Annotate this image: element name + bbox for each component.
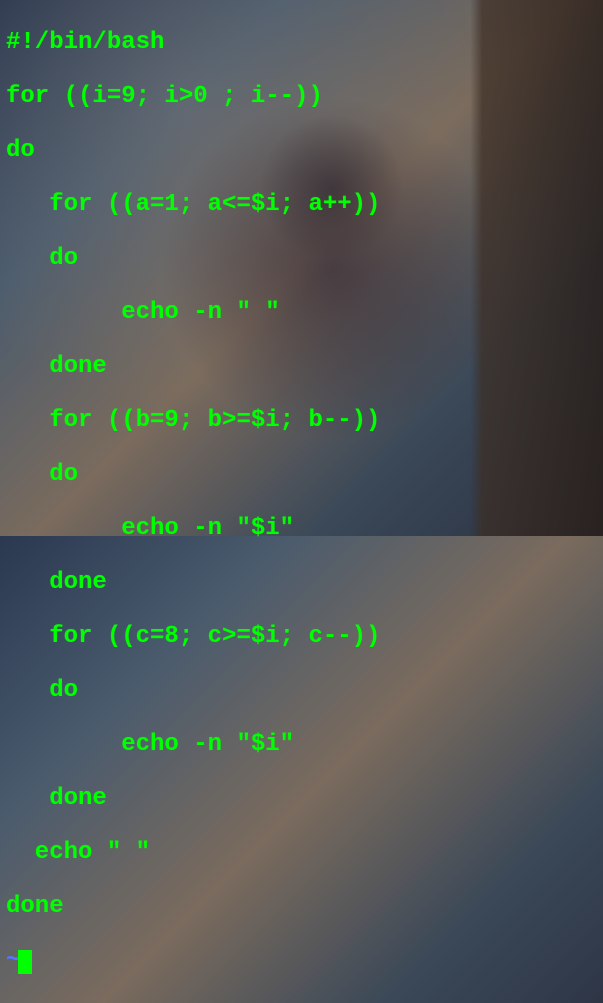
editor-viewport[interactable]: #!/bin/bash for ((i=9; i>0 ; i--)) do fo…: [0, 0, 603, 1003]
code-line: echo -n "$i": [6, 731, 597, 758]
code-line: echo " ": [6, 839, 597, 866]
code-line: done: [6, 893, 597, 920]
code-line: for ((a=1; a<=$i; a++)): [6, 191, 597, 218]
code-line: do: [6, 677, 597, 704]
code-line: do: [6, 245, 597, 272]
code-line: do: [6, 137, 597, 164]
code-line: for ((i=9; i>0 ; i--)): [6, 83, 597, 110]
code-line: echo -n "$i": [6, 515, 597, 542]
empty-line-tilde: ~: [6, 947, 597, 974]
code-line: done: [6, 569, 597, 596]
code-line: #!/bin/bash: [6, 29, 597, 56]
code-line: echo -n " ": [6, 299, 597, 326]
code-line: do: [6, 461, 597, 488]
code-line: for ((c=8; c>=$i; c--)): [6, 623, 597, 650]
code-line: done: [6, 785, 597, 812]
cursor: [18, 950, 32, 974]
code-line: done: [6, 353, 597, 380]
code-line: for ((b=9; b>=$i; b--)): [6, 407, 597, 434]
